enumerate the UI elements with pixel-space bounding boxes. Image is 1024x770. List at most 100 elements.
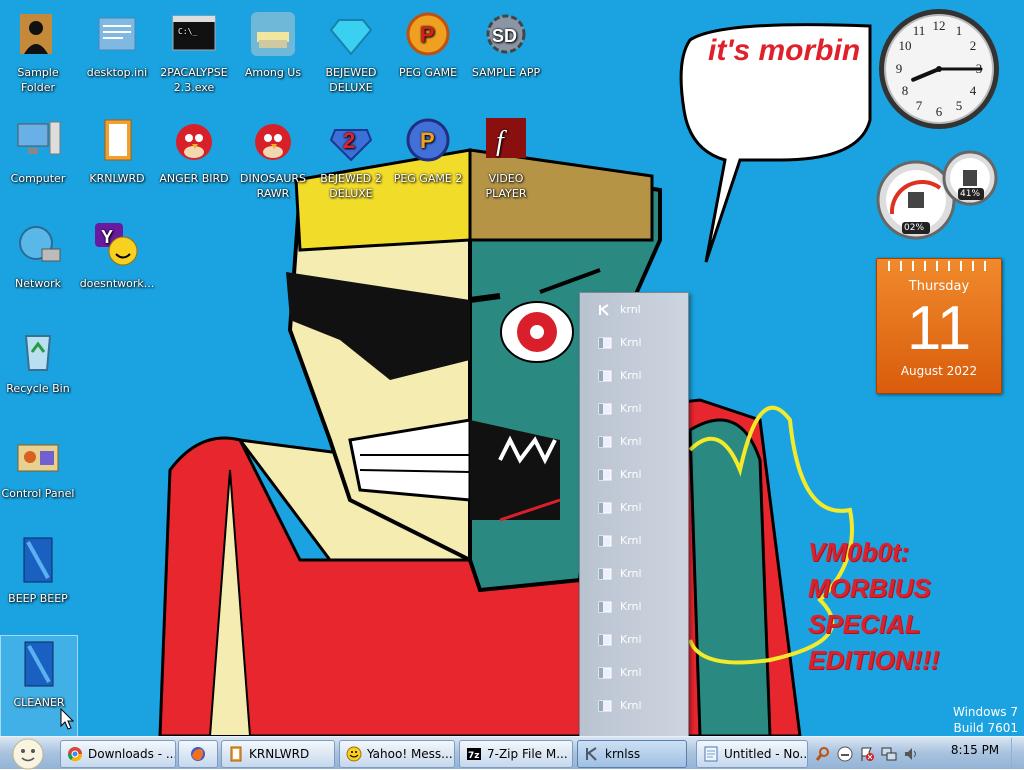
window-list-label: Krnl	[620, 501, 642, 514]
network-status-icon[interactable]	[881, 746, 897, 762]
icon-label: Control Panel	[1, 487, 75, 500]
cpu-meter-gadget[interactable]: 02% 41%	[874, 148, 1000, 240]
desktop-icon-control-panel[interactable]: Control Panel	[0, 427, 76, 527]
window-list-item-krnl[interactable]: krnl	[580, 293, 688, 326]
taskbar-clock[interactable]: 8:15 PM	[940, 743, 1010, 757]
window-icon	[598, 403, 612, 414]
window-icon	[598, 502, 612, 513]
window-list-label: krnl	[620, 303, 641, 316]
desktop-icon-sample-app[interactable]: SD SAMPLE APP	[468, 6, 544, 106]
desktop-icon-peg-game[interactable]: P PEG GAME	[390, 6, 466, 106]
start-button[interactable]	[6, 738, 48, 770]
bejeweled-gem-icon	[329, 19, 373, 56]
window-list-label: Krnl	[620, 633, 642, 646]
window-list-item-krnl[interactable]: Krnl	[580, 425, 688, 458]
window-list-item-krnl[interactable]: Krnl	[580, 656, 688, 689]
desktop-icon-2pacalypse[interactable]: C:\_ 2PACALYPSE 2.3.exe	[156, 6, 232, 106]
calendar-gadget[interactable]: Thursday 11 August 2022	[876, 258, 1002, 394]
window-list-item-krnl[interactable]: Krnl	[580, 524, 688, 557]
action-center-flag-icon[interactable]	[859, 746, 875, 762]
icon-label: ANGER BIRD	[159, 172, 229, 185]
volume-icon[interactable]	[903, 746, 919, 762]
blue-app-icon	[23, 537, 53, 583]
person-silhouette-icon	[20, 14, 52, 54]
icon-label: BEJEWED DELUXE	[325, 66, 377, 94]
caption-line: SPECIAL	[808, 609, 921, 639]
svg-text:7: 7	[916, 98, 923, 113]
taskbar-button-krnlss[interactable]: krnlss	[577, 740, 687, 768]
window-list-item-krnl[interactable]: Krnl	[580, 359, 688, 392]
desktop-icon-beep-beep[interactable]: BEEP BEEP	[0, 532, 76, 632]
taskbar-button-7zip[interactable]: 7z 7-Zip File M...	[459, 740, 573, 768]
mouse-cursor-icon	[60, 708, 74, 730]
window-list-item-krnl[interactable]: Krnl	[580, 623, 688, 656]
window-list-item-krnl[interactable]: Krnl	[580, 590, 688, 623]
show-desktop-button[interactable]	[1011, 738, 1024, 768]
window-icon	[598, 535, 612, 546]
window-list-item-krnl[interactable]: Krnl	[580, 689, 688, 722]
krnl-icon	[586, 747, 597, 761]
computer-icon	[17, 121, 61, 155]
svg-text:P: P	[420, 22, 435, 47]
desktop-icon-peg-game-2[interactable]: P PEG GAME 2	[390, 112, 466, 212]
icon-label: Sample Folder	[17, 66, 59, 94]
chrome-icon	[67, 747, 83, 762]
window-list-item-krnl[interactable]: Krnl	[580, 392, 688, 425]
svg-text:2: 2	[970, 38, 977, 53]
icon-label: Among Us	[244, 66, 302, 79]
desktop-icon-krnlwrd[interactable]: KRNLWRD	[79, 112, 155, 212]
window-list-item-krnl[interactable]: Krnl	[580, 326, 688, 359]
icon-label: PEG GAME	[398, 66, 458, 79]
icon-label: doesntwork...	[79, 277, 155, 290]
folder-icon	[230, 746, 242, 762]
taskbar-button-krnlwrd[interactable]: KRNLWRD	[221, 740, 335, 768]
taskbar-button-firefox[interactable]	[178, 740, 218, 768]
desktop-icon-network[interactable]: Network	[0, 217, 76, 317]
yahoo-icon	[346, 746, 362, 762]
desktop-icon-bejewed-2[interactable]: 2 BEJEWED 2 DELUXE	[313, 112, 389, 212]
desktop-icon-doesntwork[interactable]: Y doesntwork...	[79, 217, 155, 317]
ini-file-icon	[98, 17, 136, 51]
taskbar-button-downloads[interactable]: Downloads - ...	[60, 740, 176, 768]
svg-text:12: 12	[933, 18, 946, 33]
calendar-month-year: August 2022	[900, 364, 978, 378]
icon-label: BEEP BEEP	[8, 592, 68, 605]
taskbar-button-label: Yahoo! Mess...	[367, 747, 453, 761]
window-list-label: Krnl	[620, 666, 642, 679]
desktop-icon-video-player[interactable]: f VIDEO PLAYER	[468, 112, 544, 212]
search-magnifier-icon[interactable]	[815, 746, 831, 762]
caption-line: MORBIUS	[808, 573, 931, 603]
taskbar-button-notepad[interactable]: Untitled - No...	[696, 740, 808, 768]
watermark-os: Windows 7	[952, 705, 1018, 719]
desktop-icon-desktop-ini[interactable]: desktop.ini	[79, 6, 155, 106]
window-icon	[598, 370, 612, 381]
tray-smiley-icon[interactable]	[837, 746, 853, 762]
window-icon	[598, 568, 612, 579]
calendar-weekday: Thursday	[908, 279, 970, 294]
desktop-icon-bejewed-deluxe[interactable]: BEJEWED DELUXE	[313, 6, 389, 106]
window-icon	[598, 469, 612, 480]
window-list-label: Krnl	[620, 534, 642, 547]
desktop-icon-anger-bird[interactable]: ANGER BIRD	[156, 112, 232, 212]
krnl-window-list-popup[interactable]: krnl Krnl Krnl Krnl Krnl Krnl Krnl Krnl …	[579, 292, 689, 736]
desktop-icon-sample-folder[interactable]: Sample Folder	[0, 6, 76, 106]
svg-text:7z: 7z	[468, 751, 480, 761]
desktop[interactable]: it's morbin VM0b0t: MORBIUS SPECIAL EDIT…	[0, 0, 1024, 736]
window-list-item-krnl[interactable]: Krnl	[580, 491, 688, 524]
taskbar-button-yahoo-messenger[interactable]: Yahoo! Mess...	[339, 740, 455, 768]
svg-text:2: 2	[343, 128, 355, 153]
desktop-icon-computer[interactable]: Computer	[0, 112, 76, 212]
desktop-icon-recycle-bin[interactable]: Recycle Bin	[0, 322, 76, 422]
window-list-item-krnl[interactable]: Krnl	[580, 557, 688, 590]
clock-gadget[interactable]: 1212 345 678 91011	[876, 6, 1002, 132]
svg-text:11: 11	[913, 23, 926, 38]
desktop-icon-dinosaurs-rawr[interactable]: DINOSAURS RAWR	[235, 112, 311, 212]
among-us-icon	[251, 12, 295, 56]
window-list-item-krnl[interactable]: Krnl	[580, 458, 688, 491]
window-icon	[598, 436, 612, 447]
desktop-icon-among-us[interactable]: Among Us	[235, 6, 311, 106]
flash-player-icon: f	[486, 118, 526, 158]
window-icon	[598, 700, 612, 711]
taskbar-button-label: Untitled - No...	[724, 747, 808, 761]
wallpaper-caption: VM0b0t: MORBIUS SPECIAL EDITION!!!	[808, 534, 939, 678]
